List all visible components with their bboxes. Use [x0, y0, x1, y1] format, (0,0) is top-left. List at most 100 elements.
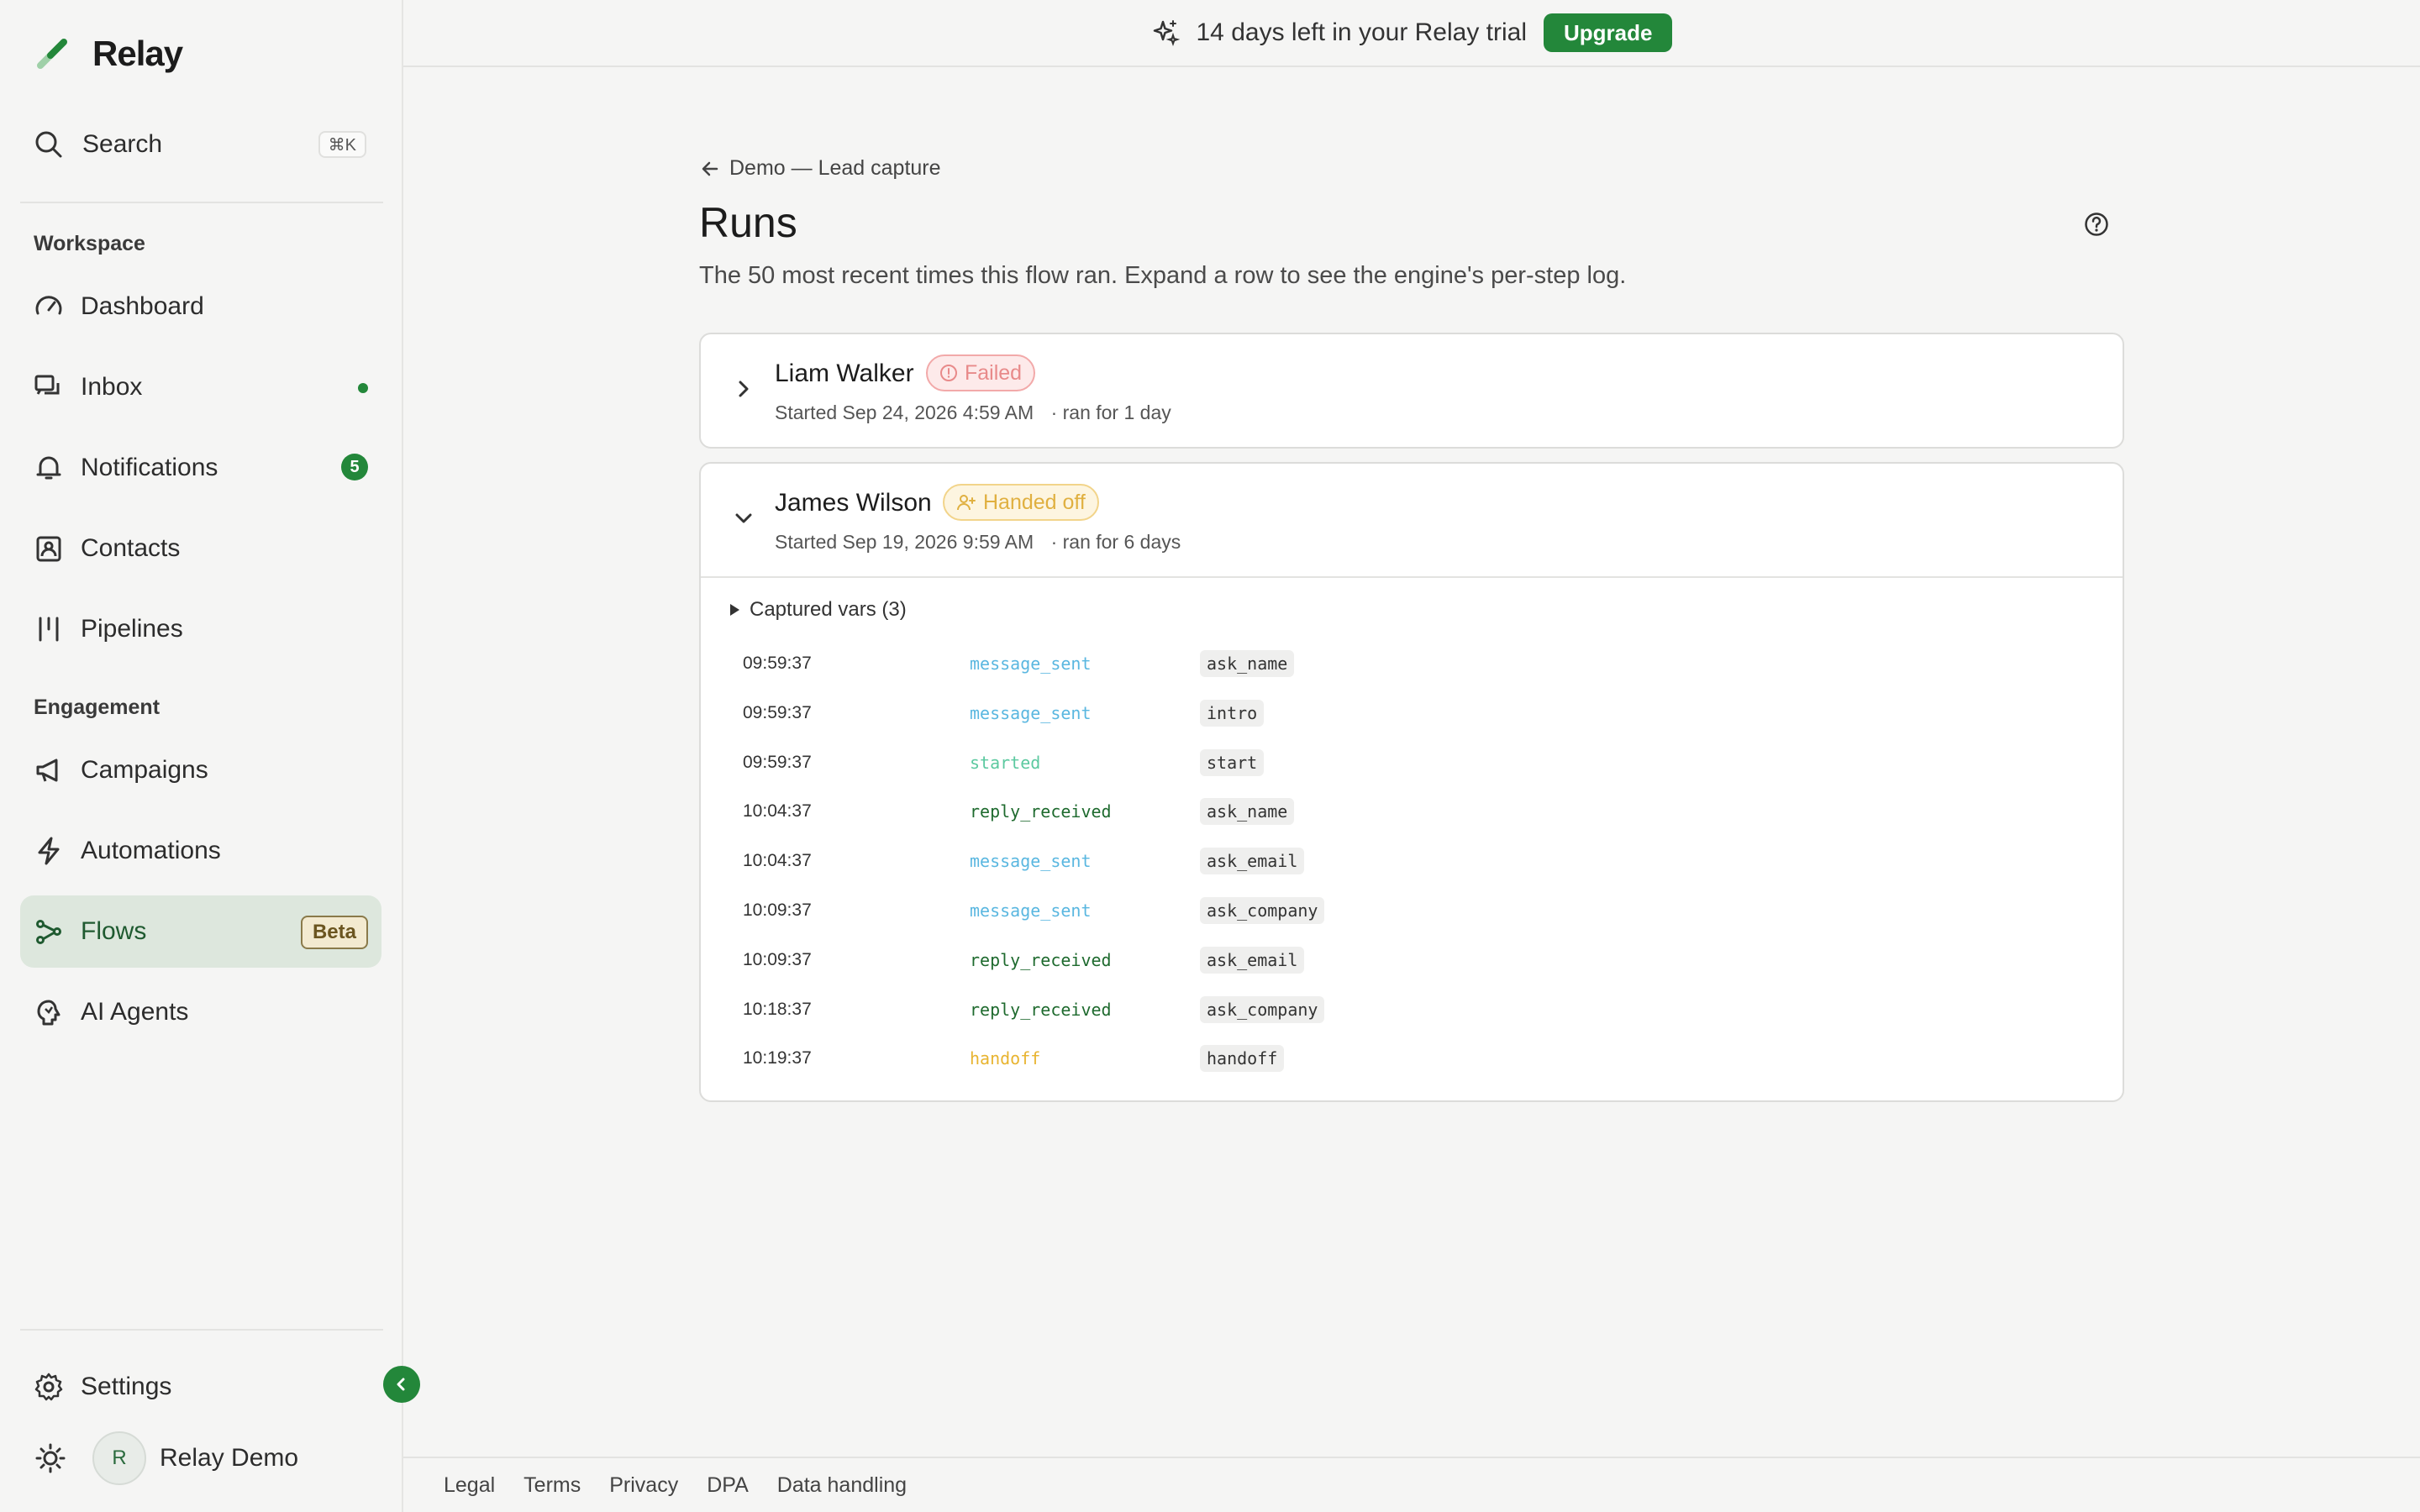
section-workspace: Workspace: [34, 232, 145, 255]
sidebar-item-notifications[interactable]: Notifications 5: [20, 432, 381, 504]
sidebar-item-ai-agents[interactable]: AI Agents: [20, 976, 381, 1048]
bell-icon: [32, 451, 66, 485]
log-time: 09:59:37: [743, 654, 812, 673]
settings-label: Settings: [81, 1373, 172, 1400]
sidebar-item-inbox[interactable]: Inbox: [20, 351, 381, 423]
sidebar-item-flows[interactable]: Flows Beta: [20, 895, 381, 968]
breadcrumb-label: Demo — Lead capture: [729, 156, 941, 180]
log-row: 10:09:37 message_sent ask_company: [743, 892, 2087, 942]
sidebar-item-pipelines[interactable]: Pipelines: [20, 593, 381, 665]
triangle-right-icon: [730, 604, 739, 616]
upgrade-button[interactable]: Upgrade: [1544, 13, 1673, 52]
pipelines-icon: [32, 612, 66, 646]
status-label: Failed: [965, 360, 1023, 385]
sidebar-item-campaigns[interactable]: Campaigns: [20, 734, 381, 806]
log-row: 10:09:37 reply_received ask_email: [743, 942, 2087, 991]
search-button[interactable]: Search ⌘K: [34, 123, 366, 166]
log-event: message_sent: [970, 702, 1092, 723]
log-time: 10:19:37: [743, 1048, 812, 1068]
footer-link-terms[interactable]: Terms: [523, 1473, 581, 1498]
log-row: 09:59:37 started start: [743, 744, 2087, 794]
megaphone-icon: [32, 753, 66, 787]
log-time: 09:59:37: [743, 752, 812, 772]
sidebar-item-contacts[interactable]: Contacts: [20, 512, 381, 585]
captured-vars-label: Captured vars (3): [750, 598, 907, 621]
sidebar-item-label: Automations: [81, 837, 221, 864]
log-time: 10:09:37: [743, 900, 812, 920]
log-event: message_sent: [970, 654, 1092, 674]
captured-vars-toggle[interactable]: Captured vars (3): [728, 598, 907, 622]
lightning-icon: [32, 834, 66, 868]
gear-icon: [32, 1370, 66, 1404]
log-node: start: [1200, 748, 1265, 776]
sidebar-item-label: Pipelines: [81, 615, 183, 643]
user-handoff-icon: [957, 495, 976, 511]
log-row: 09:59:37 message_sent ask_name: [743, 645, 2087, 695]
log-row: 09:59:37 message_sent intro: [743, 695, 2087, 744]
brand-name: Relay: [92, 34, 183, 73]
footer-link-data-handling[interactable]: Data handling: [777, 1473, 907, 1498]
run-row-header[interactable]: Liam Walker Failed Started Sep 24, 2026 …: [701, 334, 2123, 447]
unread-dot: [358, 383, 368, 393]
user-name: Relay Demo: [160, 1444, 299, 1472]
log-time: 09:59:37: [743, 702, 812, 722]
run-duration: · ran for 1 day: [1050, 402, 1171, 423]
footer-link-privacy[interactable]: Privacy: [609, 1473, 678, 1498]
sidebar: Relay Search ⌘K Workspace Dashboard Inbo…: [0, 0, 420, 1512]
log-time: 10:04:37: [743, 851, 812, 871]
log-row: 10:04:37 message_sent ask_email: [743, 843, 2087, 892]
relay-logo-icon: [37, 39, 67, 69]
log-node: intro: [1200, 699, 1265, 727]
sidebar-item-label: Inbox: [81, 373, 143, 401]
breadcrumb[interactable]: Demo — Lead capture: [701, 156, 941, 181]
divider: [20, 202, 383, 203]
sidebar-item-dashboard[interactable]: Dashboard: [20, 270, 381, 343]
sidebar-item-label: Dashboard: [81, 292, 204, 320]
search-label: Search: [82, 130, 163, 158]
user-menu[interactable]: R Relay Demo: [34, 1431, 298, 1485]
run-contact-name: James Wilson: [775, 489, 932, 517]
collapse-sidebar-button[interactable]: [383, 1366, 420, 1403]
inbox-chat-icon: [32, 370, 66, 404]
trial-text: 14 days left in your Relay trial: [1196, 18, 1528, 46]
sidebar-item-label: Flows: [81, 917, 147, 945]
run-started: Started Sep 19, 2026 9:59 AM: [775, 531, 1034, 553]
log-node: ask_email: [1200, 848, 1305, 875]
search-icon: [35, 131, 62, 158]
status-badge-failed: Failed: [926, 354, 1036, 391]
theme-sun-icon[interactable]: [34, 1441, 67, 1475]
chevron-down-icon[interactable]: [731, 506, 756, 531]
run-row[interactable]: Liam Walker Failed Started Sep 24, 2026 …: [699, 333, 2124, 449]
divider: [20, 1329, 383, 1331]
run-meta: Started Sep 24, 2026 4:59 AM · ran for 1…: [775, 402, 1171, 424]
section-engagement: Engagement: [34, 696, 160, 719]
search-shortcut: ⌘K: [318, 131, 366, 158]
sidebar-item-settings[interactable]: Settings: [20, 1351, 381, 1423]
run-row[interactable]: James Wilson Handed off Started Sep 19, …: [699, 462, 2124, 1102]
log-event: message_sent: [970, 851, 1092, 872]
log-event: message_sent: [970, 900, 1092, 921]
status-label: Handed off: [983, 490, 1086, 514]
arrow-left-icon: [702, 161, 718, 176]
log-node: ask_name: [1200, 798, 1295, 826]
log-node: ask_company: [1200, 995, 1325, 1023]
footer-link-dpa[interactable]: DPA: [707, 1473, 749, 1498]
page-title: Runs: [699, 199, 797, 246]
log-time: 10:09:37: [743, 949, 812, 969]
sidebar-item-label: Campaigns: [81, 756, 208, 784]
footer-link-legal[interactable]: Legal: [444, 1473, 495, 1498]
log-time: 10:18:37: [743, 999, 812, 1019]
run-row-header[interactable]: James Wilson Handed off Started Sep 19, …: [701, 464, 2123, 576]
dashboard-gauge-icon: [32, 290, 66, 323]
brand[interactable]: Relay: [34, 34, 183, 74]
sidebar-item-label: AI Agents: [81, 998, 189, 1026]
chevron-right-icon[interactable]: [731, 376, 756, 402]
help-icon[interactable]: [2084, 212, 2109, 237]
footer: Legal Terms Privacy DPA Data handling: [403, 1457, 2420, 1512]
beta-badge: Beta: [300, 916, 368, 949]
log-node: ask_email: [1200, 946, 1305, 974]
log-time: 10:04:37: [743, 801, 812, 822]
sidebar-item-automations[interactable]: Automations: [20, 815, 381, 887]
chevron-left-icon: [397, 1378, 405, 1391]
run-started: Started Sep 24, 2026 4:59 AM: [775, 402, 1034, 423]
